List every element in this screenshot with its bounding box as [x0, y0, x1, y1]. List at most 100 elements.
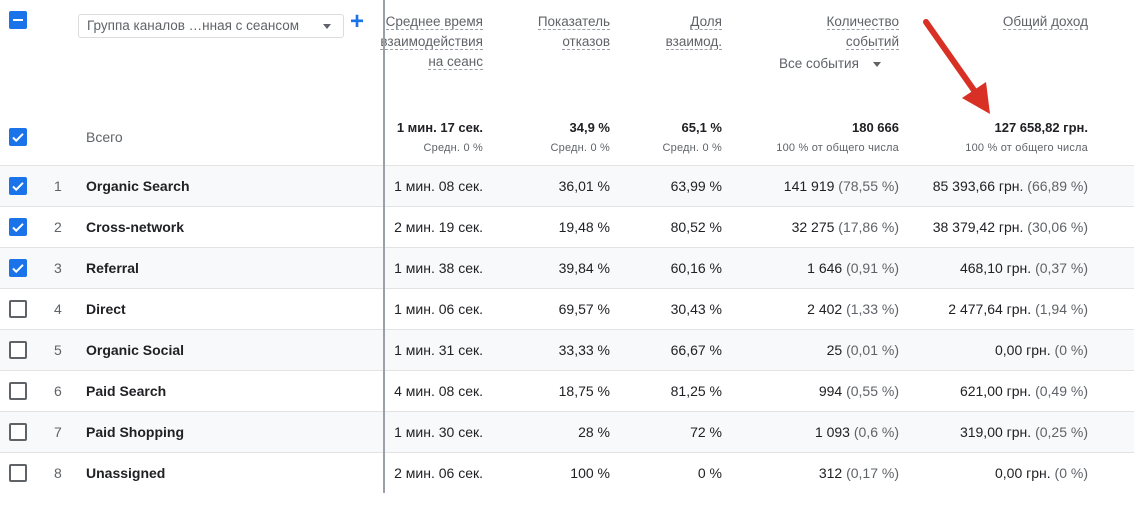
event-count-cell: 2 402 (1,33 %)	[720, 289, 899, 330]
row-checkbox[interactable]	[9, 464, 27, 482]
channel-name[interactable]: Organic Social	[86, 330, 184, 371]
revenue-value: 468,10 грн.	[959, 260, 1032, 276]
table-row[interactable]: 8 Unassigned 2 мин. 06 сек. 100 % 0 % 312 (0,…	[0, 452, 1134, 494]
table-row[interactable]: 5 Organic Social 1 мин. 31 сек. 33,33 % 66,6…	[0, 329, 1134, 371]
annotation-arrow-icon	[923, 19, 990, 114]
revenue-value: 621,00 грн.	[959, 383, 1032, 399]
totals-label: Всего	[86, 129, 123, 145]
revenue-cell: 85 393,66 грн. (66,89 %)	[900, 166, 1088, 207]
row-checkbox[interactable]	[9, 218, 27, 236]
totals-checkbox[interactable]	[9, 128, 27, 146]
events-selector[interactable]: Все события	[779, 56, 881, 71]
event-count-percent: (0,01 %)	[846, 342, 899, 358]
revenue-cell: 0,00 грн. (0 %)	[900, 453, 1088, 494]
total-event-count-sub: 100 % от общего числа	[776, 142, 899, 154]
col-header-bounce-rate[interactable]: Показатель отказов	[500, 12, 610, 52]
row-checkbox[interactable]	[9, 300, 27, 318]
dimension-dropdown-label: Группа каналов …нная с сеансом	[87, 18, 300, 33]
event-count-value: 25	[826, 342, 843, 358]
select-all-checkbox[interactable]	[9, 11, 27, 29]
event-count-value: 141 919	[783, 178, 835, 194]
row-checkbox[interactable]	[9, 177, 27, 195]
channel-name[interactable]: Unassigned	[86, 453, 165, 494]
row-checkbox[interactable]	[9, 382, 27, 400]
avg-time-cell: 1 мин. 06 сек.	[394, 301, 483, 317]
engagement-rate-cell: 60,16 %	[670, 260, 722, 276]
row-index: 1	[54, 178, 62, 194]
engagement-rate-cell: 81,25 %	[670, 383, 722, 399]
table-row[interactable]: 1 Organic Search 1 мин. 08 сек. 36,01 % 63,9…	[0, 165, 1134, 207]
engagement-rate-cell: 30,43 %	[670, 301, 722, 317]
channel-name[interactable]: Paid Shopping	[86, 412, 184, 453]
channel-name[interactable]: Paid Search	[86, 371, 166, 412]
total-bounce-rate-sub: Средн. 0 %	[550, 142, 610, 154]
revenue-percent: (1,94 %)	[1035, 301, 1088, 317]
row-index: 8	[54, 465, 62, 481]
revenue-value: 38 379,42 грн.	[932, 219, 1024, 235]
avg-time-cell: 2 мин. 19 сек.	[394, 219, 483, 235]
table-row[interactable]: 3 Referral 1 мин. 38 сек. 39,84 % 60,16 % 1 6…	[0, 247, 1134, 289]
avg-time-cell: 2 мин. 06 сек.	[394, 465, 483, 481]
event-count-percent: (0,17 %)	[846, 465, 899, 481]
revenue-value: 85 393,66 грн.	[932, 178, 1024, 194]
revenue-value: 0,00 грн.	[995, 342, 1051, 358]
dimension-dropdown[interactable]: Группа каналов …нная с сеансом	[78, 14, 344, 38]
total-avg-time-sub: Средн. 0 %	[423, 142, 483, 154]
total-avg-time: 1 мин. 17 сек.	[396, 120, 483, 135]
total-revenue: 127 658,82 грн.	[994, 120, 1089, 135]
event-count-cell: 25 (0,01 %)	[720, 330, 899, 371]
chevron-down-icon	[323, 24, 331, 29]
engagement-rate-cell: 63,99 %	[670, 178, 722, 194]
event-count-cell: 994 (0,55 %)	[720, 371, 899, 412]
event-count-percent: (0,91 %)	[846, 260, 899, 276]
row-index: 2	[54, 219, 62, 235]
total-revenue-sub: 100 % от общего числа	[965, 142, 1088, 154]
event-count-value: 312	[818, 465, 843, 481]
revenue-cell: 2 477,64 грн. (1,94 %)	[900, 289, 1088, 330]
channel-name[interactable]: Cross-network	[86, 207, 184, 248]
event-count-percent: (0,6 %)	[853, 424, 899, 440]
event-count-cell: 1 093 (0,6 %)	[720, 412, 899, 453]
event-count-value: 994	[818, 383, 843, 399]
revenue-value: 319,00 грн.	[959, 424, 1032, 440]
row-checkbox[interactable]	[9, 341, 27, 359]
total-bounce-rate: 34,9 %	[569, 120, 610, 135]
col-header-avg-time[interactable]: Среднее время взаимодействия на сеанс	[360, 12, 483, 72]
bounce-rate-cell: 36,01 %	[558, 178, 610, 194]
row-index: 4	[54, 301, 62, 317]
bounce-rate-cell: 28 %	[578, 424, 610, 440]
channel-name[interactable]: Organic Search	[86, 166, 190, 207]
total-engagement-rate: 65,1 %	[681, 120, 722, 135]
avg-time-cell: 1 мин. 30 сек.	[394, 424, 483, 440]
revenue-cell: 319,00 грн. (0,25 %)	[900, 412, 1088, 453]
row-index: 3	[54, 260, 62, 276]
revenue-cell: 38 379,42 грн. (30,06 %)	[900, 207, 1088, 248]
table-row[interactable]: 7 Paid Shopping 1 мин. 30 сек. 28 % 72 % 1 09…	[0, 411, 1134, 453]
row-checkbox[interactable]	[9, 423, 27, 441]
row-index: 5	[54, 342, 62, 358]
event-count-cell: 32 275 (17,86 %)	[720, 207, 899, 248]
events-selector-label: Все события	[779, 56, 859, 71]
total-event-count: 180 666	[852, 120, 899, 135]
event-count-cell: 141 919 (78,55 %)	[720, 166, 899, 207]
event-count-percent: (78,55 %)	[838, 178, 899, 194]
table-row[interactable]: 6 Paid Search 4 мин. 08 сек. 18,75 % 81,25 %…	[0, 370, 1134, 412]
avg-time-cell: 1 мин. 08 сек.	[394, 178, 483, 194]
revenue-value: 0,00 грн.	[995, 465, 1051, 481]
table-row[interactable]: 2 Cross-network 2 мин. 19 сек. 19,48 % 80,52…	[0, 206, 1134, 248]
check-icon	[12, 182, 24, 192]
channel-name[interactable]: Direct	[86, 289, 126, 330]
revenue-percent: (66,89 %)	[1027, 178, 1088, 194]
event-count-percent: (17,86 %)	[838, 219, 899, 235]
engagement-rate-cell: 0 %	[697, 465, 722, 481]
check-icon	[12, 133, 24, 143]
event-count-percent: (1,33 %)	[846, 301, 899, 317]
row-checkbox[interactable]	[9, 259, 27, 277]
col-header-event-count[interactable]: Количество событий	[760, 12, 899, 52]
avg-time-cell: 1 мин. 38 сек.	[394, 260, 483, 276]
table-row[interactable]: 4 Direct 1 мин. 06 сек. 69,57 % 30,43 % 2 402…	[0, 288, 1134, 330]
channel-name[interactable]: Referral	[86, 248, 139, 289]
revenue-cell: 0,00 грн. (0 %)	[900, 330, 1088, 371]
col-header-engagement-rate[interactable]: Доля взаимод.	[620, 12, 722, 52]
event-count-cell: 312 (0,17 %)	[720, 453, 899, 494]
